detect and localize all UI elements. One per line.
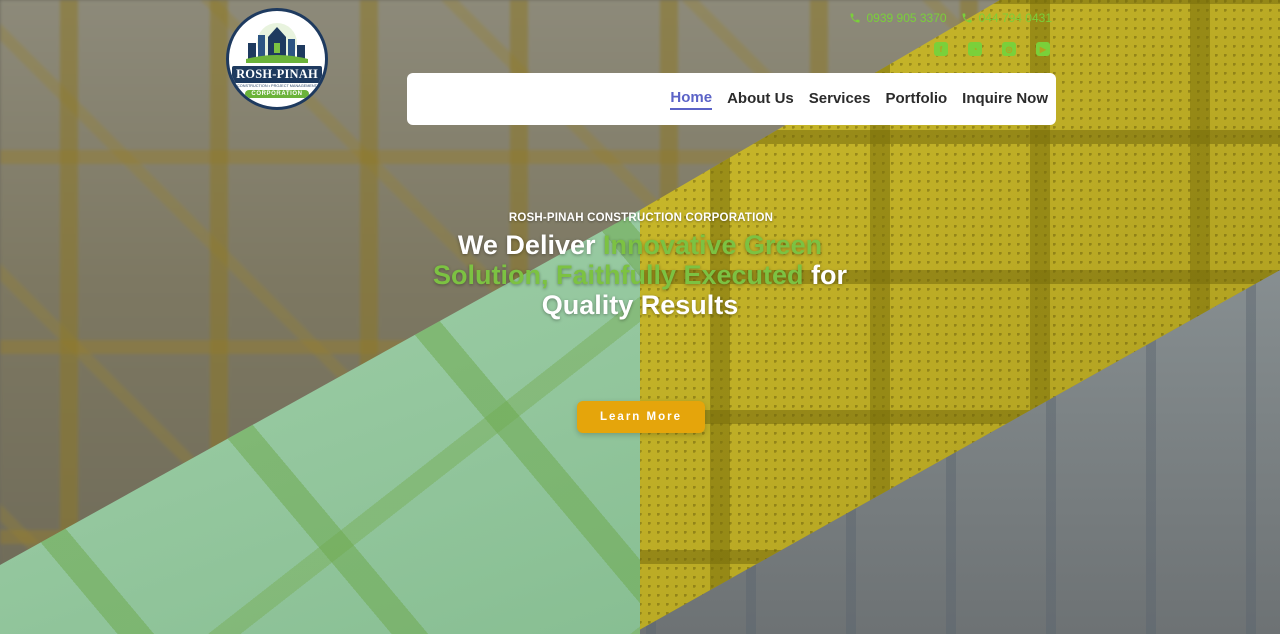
- phone-icon: [962, 13, 972, 23]
- nav-portfolio[interactable]: Portfolio: [886, 90, 948, 109]
- hero-headline-lead: We Deliver: [457, 230, 603, 260]
- nav-about-us[interactable]: About Us: [727, 90, 794, 109]
- contact-bar: 0939 905 3370 044 794 0431: [849, 11, 1052, 25]
- instagram-icon[interactable]: ◎: [1002, 42, 1016, 56]
- contact-phone-1-text: 0939 905 3370: [866, 11, 947, 25]
- logo-wordmark: ROSH-PINAH: [232, 65, 322, 83]
- nav-home[interactable]: Home: [670, 89, 713, 110]
- nav-services[interactable]: Services: [809, 90, 871, 109]
- phone-icon: [850, 13, 859, 23]
- messenger-icon[interactable]: ◔: [968, 42, 982, 56]
- hero-section: ROSH-PINAH CONSTRUCTION CORPORATION We D…: [0, 212, 1280, 320]
- hero-headline: We Deliver Innovative Green Solution, Fa…: [405, 230, 875, 320]
- logo-skyline-icon: [246, 22, 308, 63]
- contact-phone-2-text: 044 794 0431: [978, 11, 1052, 25]
- contact-phone-2[interactable]: 044 794 0431: [961, 11, 1052, 25]
- contact-phone-1[interactable]: 0939 905 3370: [849, 11, 947, 25]
- nav-inquire-now[interactable]: Inquire Now: [962, 90, 1048, 109]
- main-navigation: Home About Us Services Portfolio Inquire…: [407, 73, 1056, 125]
- youtube-icon[interactable]: ▶: [1036, 42, 1050, 56]
- learn-more-button[interactable]: Learn More: [577, 401, 705, 433]
- hero-eyebrow: ROSH-PINAH CONSTRUCTION CORPORATION: [508, 212, 774, 224]
- logo-tagline: CONSTRUCTION • PROJECT MANAGEMENT: [237, 83, 317, 88]
- logo-corporation-ribbon: CORPORATION: [245, 89, 309, 98]
- social-links: f ◔ ◎ ▶: [934, 42, 1050, 56]
- company-logo[interactable]: ROSH-PINAH CONSTRUCTION • PROJECT MANAGE…: [226, 8, 328, 110]
- facebook-icon[interactable]: f: [934, 42, 948, 56]
